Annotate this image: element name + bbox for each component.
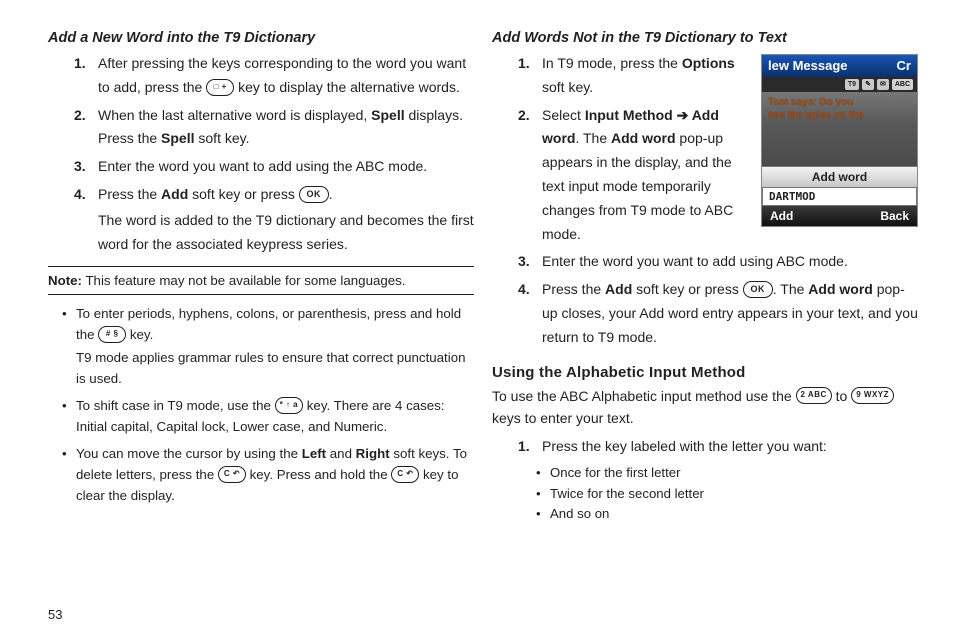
step-number: 3. — [518, 250, 530, 274]
ok-key-icon — [743, 281, 773, 298]
clear-key-icon: C ↶ — [218, 466, 246, 483]
left-key-label: Left — [302, 446, 326, 461]
star-key-icon: * ↑ a — [275, 397, 304, 414]
options-label: Options — [682, 55, 735, 71]
step-text: When the last alternative word is displa… — [98, 107, 371, 123]
intro-text: keys to enter your text. — [492, 410, 634, 426]
list-item: And so on — [536, 504, 918, 524]
note-text: This feature may not be available for so… — [82, 273, 406, 288]
bullet-text: T9 mode applies grammar rules to ensure … — [76, 347, 474, 389]
ok-key-icon — [299, 186, 329, 203]
note-block: Note: This feature may not be available … — [48, 266, 474, 295]
list-item: To enter periods, hyphens, colons, or pa… — [62, 303, 474, 389]
step-text: Select — [542, 107, 585, 123]
right-key-label: Right — [356, 446, 390, 461]
spell-label: Spell — [371, 107, 404, 123]
step-text: soft key. — [195, 130, 250, 146]
bullet-text: and — [326, 446, 356, 461]
list-item: 2. When the last alternative word is dis… — [78, 104, 474, 152]
arrow-icon: ➔ — [673, 107, 692, 123]
left-steps: 1. After pressing the keys corresponding… — [48, 52, 474, 256]
list-item: 2. Select Input Method ➔ Add word. The A… — [522, 104, 918, 247]
alphabetic-steps: 1. Press the key labeled with the letter… — [492, 435, 918, 459]
clear-key-icon: C ↶ — [391, 466, 419, 483]
step-followup: The word is added to the T9 dictionary a… — [98, 209, 474, 257]
list-item: Twice for the second letter — [536, 484, 918, 504]
zero-plus-key-icon: □ + — [206, 79, 234, 96]
step-number: 3. — [74, 155, 86, 179]
list-item: 3. Enter the word you want to add using … — [78, 155, 474, 179]
hash-key-icon: # § — [98, 326, 126, 343]
input-method-label: Input Method — [585, 107, 673, 123]
left-heading: Add a New Word into the T9 Dictionary — [48, 30, 474, 46]
step-number: 1. — [74, 52, 86, 76]
add-label: Add — [605, 281, 632, 297]
intro-text: to — [832, 388, 851, 404]
alphabetic-subbullets: Once for the first letter Twice for the … — [492, 463, 918, 524]
step-number: 4. — [74, 183, 86, 207]
step-text: In T9 mode, press the — [542, 55, 682, 71]
note-label: Note: — [48, 273, 82, 288]
bullet-text: key. Press and hold the — [246, 467, 391, 482]
left-bullets: To enter periods, hyphens, colons, or pa… — [48, 303, 474, 506]
bullet-text: You can move the cursor by using the — [76, 446, 302, 461]
add-word-label: Add word — [611, 130, 676, 146]
bullet-text: key. — [126, 327, 153, 342]
step-text: soft key or press — [188, 186, 298, 202]
step-number: 4. — [518, 278, 530, 302]
step-text: soft key. — [542, 79, 593, 95]
step-text: Press the — [542, 281, 605, 297]
list-item: 3. Enter the word you want to add using … — [522, 250, 918, 274]
step-text: . The — [773, 281, 809, 297]
key-9-wxyz-icon: 9 WXYZ — [851, 387, 894, 404]
spell-label: Spell — [161, 130, 194, 146]
step-number: 1. — [518, 52, 530, 76]
step-text: soft key or press — [632, 281, 742, 297]
alphabetic-heading: Using the Alphabetic Input Method — [492, 364, 918, 381]
list-item: Once for the first letter — [536, 463, 918, 483]
list-item: You can move the cursor by using the Lef… — [62, 443, 474, 506]
list-item: 1. After pressing the keys corresponding… — [78, 52, 474, 100]
list-item: 4. Press the Add soft key or press . The… — [78, 183, 474, 256]
page-number: 53 — [48, 607, 62, 622]
key-2-abc-icon: 2 ABC — [796, 387, 832, 404]
step-number: 2. — [518, 104, 530, 128]
right-steps: 1. In T9 mode, press the Options soft ke… — [492, 52, 918, 350]
left-column: Add a New Word into the T9 Dictionary 1.… — [48, 28, 474, 620]
step-text: Enter the word you want to add using the… — [98, 158, 427, 174]
step-text: pop-up appears in the display, and the t… — [542, 130, 733, 241]
right-column: Add Words Not in the T9 Dictionary to Te… — [492, 28, 918, 620]
step-text: . — [329, 186, 333, 202]
bullet-text: To shift case in T9 mode, use the — [76, 398, 275, 413]
manual-page: Add a New Word into the T9 Dictionary 1.… — [0, 0, 954, 636]
step-text: Enter the word you want to add using ABC… — [542, 253, 848, 269]
list-item: 4. Press the Add soft key or press . The… — [522, 278, 918, 349]
list-item: 1. Press the key labeled with the letter… — [522, 435, 918, 459]
alphabetic-intro: To use the ABC Alphabetic input method u… — [492, 385, 918, 430]
intro-text: To use the ABC Alphabetic input method u… — [492, 388, 796, 404]
list-item: To shift case in T9 mode, use the * ↑ a … — [62, 395, 474, 437]
add-label: Add — [161, 186, 188, 202]
step-number: 2. — [74, 104, 86, 128]
add-word-label: Add word — [808, 281, 873, 297]
step-number: 1. — [518, 435, 530, 459]
step-text: . The — [575, 130, 611, 146]
step-text: key to display the alternative words. — [234, 79, 460, 95]
right-heading: Add Words Not in the T9 Dictionary to Te… — [492, 30, 918, 46]
step-text: Press the — [98, 186, 161, 202]
step-text: Press the key labeled with the letter yo… — [542, 438, 827, 454]
list-item: 1. In T9 mode, press the Options soft ke… — [522, 52, 918, 100]
